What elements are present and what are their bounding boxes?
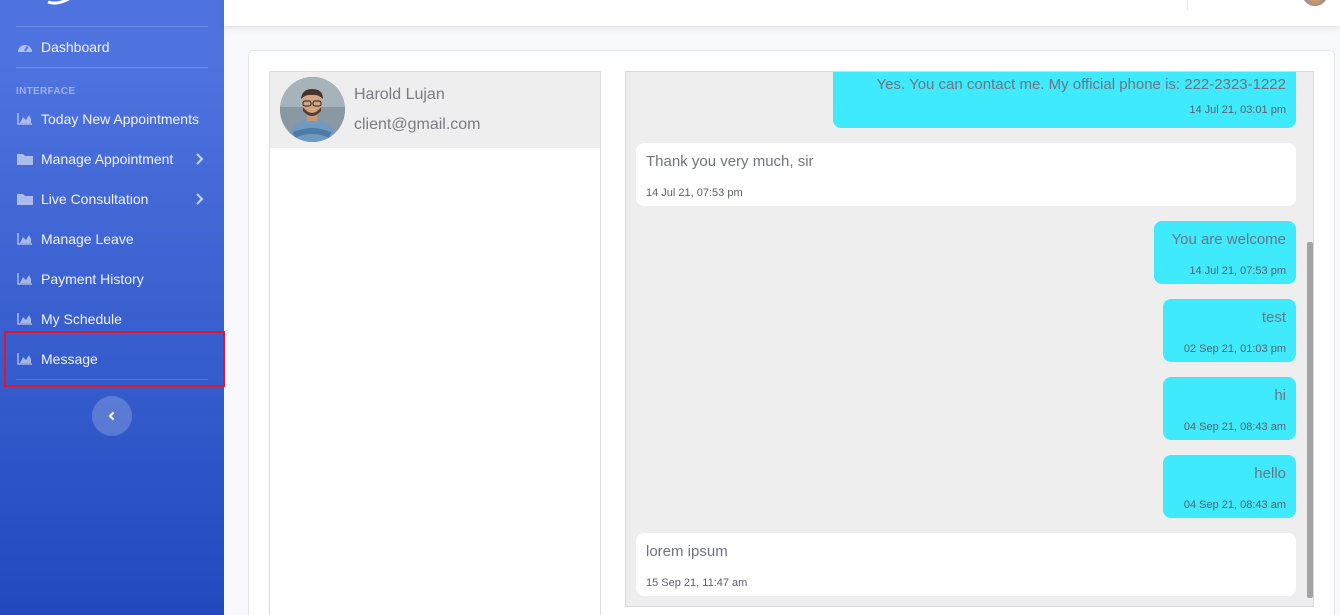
sidebar-item-label: Today New Appointments [41,111,199,127]
highlight-annotation [4,331,225,387]
folder-icon [17,152,33,166]
message-text: hello [1254,465,1286,482]
message-text: test [1261,309,1286,326]
message-timestamp: 14 Jul 21, 07:53 pm [1189,265,1286,277]
chevron-left-icon [108,411,115,421]
contact-avatar [280,77,345,142]
dashboard-icon [17,40,33,54]
message-text: hi [1274,387,1286,404]
chat-thread[interactable]: Yes. You can contact me. My official pho… [625,71,1314,607]
sidebar-item-label: Manage Leave [41,231,134,247]
message-text: Yes. You can contact me. My official pho… [876,76,1286,93]
message-timestamp: 02 Sep 21, 01:03 pm [1183,343,1286,355]
contact-name: Harold Lujan [354,86,445,103]
message-text: lorem ipsum [646,543,728,560]
topbar-divider [1187,0,1188,10]
sidebar-item-today-new-appointments[interactable]: Today New Appointments [0,99,224,139]
folder-icon [17,192,33,206]
chart-area-icon [17,232,33,246]
message-text: You are welcome [1171,231,1286,248]
message-timestamp: 14 Jul 21, 07:53 pm [646,187,743,199]
sidebar-divider [16,67,208,68]
message-timestamp: 04 Sep 21, 08:43 am [1183,421,1286,433]
sidebar-toggle-button[interactable] [92,396,132,436]
message-bubble-incoming: Thank you very much, sir 14 Jul 21, 07:5… [636,143,1296,206]
message-timestamp: 14 Jul 21, 03:01 pm [1189,104,1286,116]
chart-area-icon [17,272,33,286]
contact-list: Harold Lujan client@gmail.com [269,71,601,615]
user-avatar[interactable] [1300,0,1330,8]
sidebar-item-label: My Schedule [41,311,122,327]
topbar [224,0,1340,26]
message-text: Thank you very much, sir [646,153,814,170]
sidebar-item-label: Live Consultation [41,191,149,207]
message-bubble-outgoing: hi 04 Sep 21, 08:43 am [1163,377,1296,440]
message-bubble-outgoing: hello 04 Sep 21, 08:43 am [1163,455,1296,518]
message-bubble-incoming: lorem ipsum 15 Sep 21, 11:47 am [636,533,1296,596]
sidebar-item-dashboard[interactable]: Dashboard [0,27,224,67]
chat-scrollbar[interactable] [1307,242,1313,598]
brand-logo[interactable] [44,0,84,8]
sidebar-item-manage-leave[interactable]: Manage Leave [0,219,224,259]
chart-area-icon [17,312,33,326]
message-timestamp: 15 Sep 21, 11:47 am [646,577,748,589]
chevron-right-icon [196,153,204,165]
chart-area-icon [17,112,33,126]
message-bubble-outgoing: test 02 Sep 21, 01:03 pm [1163,299,1296,362]
message-bubble-outgoing: Yes. You can contact me. My official pho… [833,72,1296,128]
sidebar-item-label: Payment History [41,271,144,287]
message-timestamp: 04 Sep 21, 08:43 am [1183,499,1286,511]
chevron-right-icon [196,193,204,205]
sidebar-item-label: Dashboard [41,39,110,55]
sidebar: Dashboard INTERFACE Today New Appointmen… [0,0,224,615]
message-bubble-outgoing: You are welcome 14 Jul 21, 07:53 pm [1154,221,1296,284]
contact-item[interactable]: Harold Lujan client@gmail.com [270,72,600,148]
sidebar-item-live-consultation[interactable]: Live Consultation [0,179,224,219]
sidebar-heading: INTERFACE [16,86,76,97]
sidebar-item-manage-appointment[interactable]: Manage Appointment [0,139,224,179]
sidebar-item-payment-history[interactable]: Payment History [0,259,224,299]
sidebar-item-label: Manage Appointment [41,151,174,167]
contact-email: client@gmail.com [354,116,481,133]
